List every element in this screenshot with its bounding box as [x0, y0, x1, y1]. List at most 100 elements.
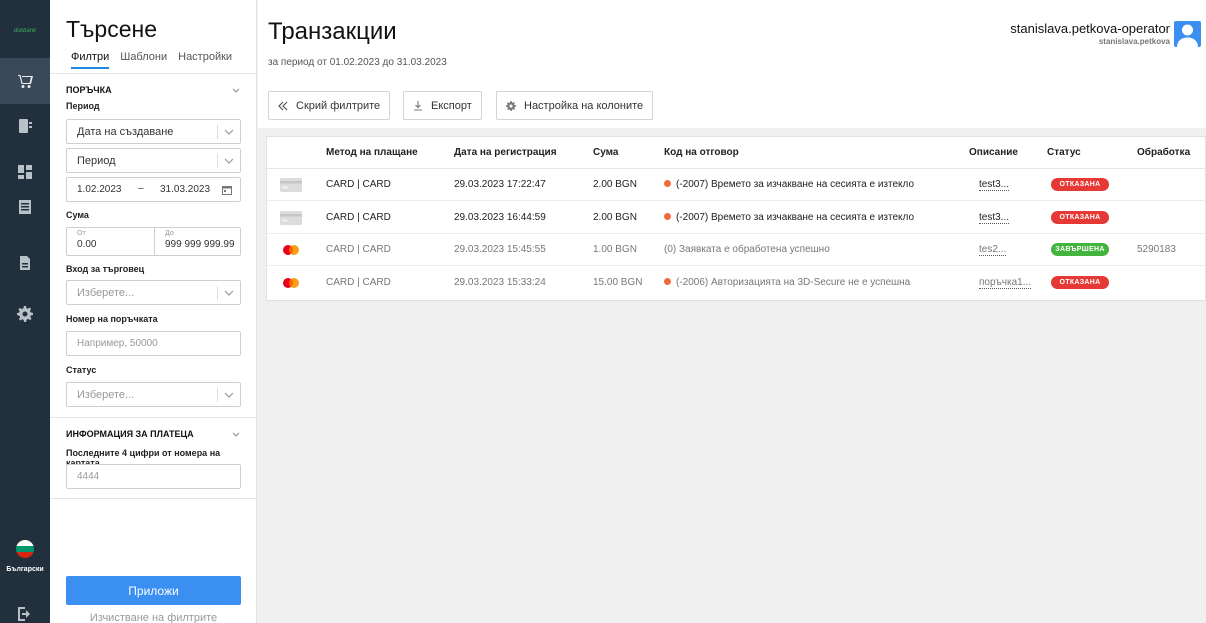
amount-from-caption: От — [77, 230, 86, 237]
language-label[interactable]: Български — [0, 566, 50, 573]
bulgarian-flag-icon[interactable] — [16, 540, 34, 558]
table-row[interactable]: CARD | CARD 29.03.2023 16:44:59 2.00 BGN… — [267, 202, 1206, 234]
chevron-down-icon — [224, 290, 234, 296]
status-badge: ОТКАЗАНА — [1051, 276, 1109, 289]
amount-from-value: 0.00 — [77, 239, 97, 250]
amount: 2.00 BGN — [593, 179, 637, 190]
tab-settings[interactable]: Настройки — [178, 51, 232, 69]
date-type-value: Дата на създаване — [77, 125, 174, 138]
processing-id: 5290183 — [1137, 244, 1176, 255]
amount-from-field[interactable]: От 0.00 — [67, 228, 154, 255]
nav-item-reports[interactable] — [0, 184, 50, 230]
nav-item-settings[interactable] — [0, 291, 50, 337]
clear-filters-link[interactable]: Изчистване на филтрите — [66, 612, 241, 623]
description[interactable]: tes2... — [979, 244, 1007, 256]
divider — [50, 73, 257, 74]
response-code: (0) Заявката е обработена успешно — [664, 244, 830, 255]
tab-filters[interactable]: Филтри — [71, 51, 110, 69]
mastercard-icon — [283, 245, 299, 255]
date-from[interactable]: 1.02.2023 — [77, 184, 122, 195]
status-select[interactable]: Изберете... — [66, 382, 241, 407]
divider — [50, 498, 257, 499]
period-label: Период — [66, 101, 100, 111]
hide-filters-button[interactable]: Скрий филтрите — [268, 91, 391, 120]
table-row[interactable]: CARD | CARD 29.03.2023 15:45:55 1.00 BGN… — [267, 234, 1206, 266]
order-number-input[interactable]: Например, 50000 — [66, 331, 241, 356]
column-settings-button[interactable]: Настройка на колоните — [496, 91, 654, 120]
filter-tabs: Филтри Шаблони Настройки — [71, 51, 232, 69]
column-header-processing[interactable]: Обработка — [1137, 147, 1190, 158]
period-value: Период — [77, 154, 116, 167]
registration-date: 29.03.2023 17:22:47 — [454, 179, 546, 190]
user-name: stanislava.petkova-operator — [1010, 21, 1170, 36]
description[interactable]: test3... — [979, 179, 1010, 191]
order-section-title[interactable]: ПОРЪЧКА — [66, 85, 112, 95]
registration-date: 29.03.2023 15:33:24 — [454, 277, 546, 288]
document-icon — [20, 256, 30, 270]
column-header-amount[interactable]: Сума — [593, 147, 618, 158]
nav-item-documents[interactable] — [0, 240, 50, 286]
gear-icon — [17, 306, 33, 322]
table-row[interactable]: CARD | CARD 29.03.2023 15:33:24 15.00 BG… — [267, 267, 1206, 299]
response-code: (-2007) Времето за изчакване на сесията … — [664, 212, 914, 223]
error-dot-icon — [664, 213, 671, 220]
export-button[interactable]: Експорт — [403, 91, 482, 120]
period-subtitle: за период от 01.02.2023 до 31.03.2023 — [268, 57, 447, 68]
user-info[interactable]: stanislava.petkova-operator stanislava.p… — [1010, 21, 1170, 46]
response-code-text: (-2007) Времето за изчакване на сесията … — [676, 179, 915, 190]
left-nav: dskbank Български — [0, 0, 50, 623]
generic-card-icon — [280, 178, 302, 192]
period-select[interactable]: Период — [66, 148, 241, 173]
table-header: Метод на плащане Дата на регистрация Сум… — [267, 137, 1206, 169]
amount-range-input[interactable]: От 0.00 До 999 999 999.99 — [66, 227, 241, 256]
response-code: (-2006) Авторизацията на 3D-Secure не е … — [664, 277, 910, 288]
column-settings-label: Настройка на колоните — [524, 99, 644, 112]
table-row[interactable]: CARD | CARD 29.03.2023 17:22:47 2.00 BGN… — [267, 169, 1206, 201]
chevron-down-icon[interactable] — [232, 431, 240, 439]
calendar-icon[interactable] — [222, 185, 232, 195]
amount: 2.00 BGN — [593, 212, 637, 223]
dskbank-logo: dskbank — [13, 28, 37, 34]
date-to[interactable]: 31.03.2023 — [160, 184, 210, 195]
nav-item-terminals[interactable] — [0, 103, 50, 149]
payer-section-title[interactable]: ИНФОРМАЦИЯ ЗА ПЛАТЕЦА — [66, 429, 194, 439]
date-range-input[interactable]: 1.02.2023 – 31.03.2023 — [66, 177, 241, 202]
column-header-description[interactable]: Описание — [969, 147, 1018, 158]
description[interactable]: test3... — [979, 212, 1010, 224]
nav-item-transactions[interactable] — [0, 58, 50, 104]
chevron-down-icon — [224, 158, 234, 164]
transactions-table: Метод на плащане Дата на регистрация Сум… — [266, 136, 1206, 301]
dashboard-icon — [18, 165, 32, 179]
date-range-dash: – — [138, 183, 144, 194]
avatar[interactable] — [1174, 21, 1201, 47]
card-last4-placeholder: 4444 — [77, 471, 100, 482]
chevron-down-icon[interactable] — [232, 87, 240, 95]
date-type-select[interactable]: Дата на създаване — [66, 119, 241, 144]
status-badge: ОТКАЗАНА — [1051, 211, 1109, 224]
registration-date: 29.03.2023 16:44:59 — [454, 212, 546, 223]
card-last4-input[interactable]: 4444 — [66, 464, 241, 489]
error-dot-icon — [664, 180, 671, 187]
status-badge: ЗАВЪРШЕНА — [1051, 243, 1109, 256]
status-badge: ОТКАЗАНА — [1051, 178, 1109, 191]
description[interactable]: поръчка1... — [979, 277, 1032, 289]
filter-panel: Търсене Филтри Шаблони Настройки ПОРЪЧКА… — [50, 0, 257, 623]
apply-button[interactable]: Приложи — [66, 576, 241, 605]
column-header-status[interactable]: Статус — [1047, 147, 1081, 158]
filters-title: Търсене — [66, 16, 158, 42]
amount-label: Сума — [66, 210, 89, 220]
logout-icon — [18, 607, 30, 621]
column-header-code[interactable]: Код на отговор — [664, 147, 739, 158]
column-header-method[interactable]: Метод на плащане — [326, 147, 418, 158]
divider — [50, 417, 257, 418]
logout-button[interactable] — [16, 606, 34, 623]
merchant-select[interactable]: Изберете... — [66, 280, 241, 305]
status-label: Статус — [66, 365, 97, 375]
tab-templates[interactable]: Шаблони — [120, 51, 167, 69]
amount-to-field[interactable]: До 999 999 999.99 — [154, 228, 241, 255]
cart-icon — [18, 75, 33, 88]
column-header-date[interactable]: Дата на регистрация — [454, 147, 557, 158]
hide-filters-label: Скрий филтрите — [296, 99, 381, 112]
gear-icon — [506, 100, 516, 111]
order-number-placeholder: Например, 50000 — [77, 338, 158, 349]
